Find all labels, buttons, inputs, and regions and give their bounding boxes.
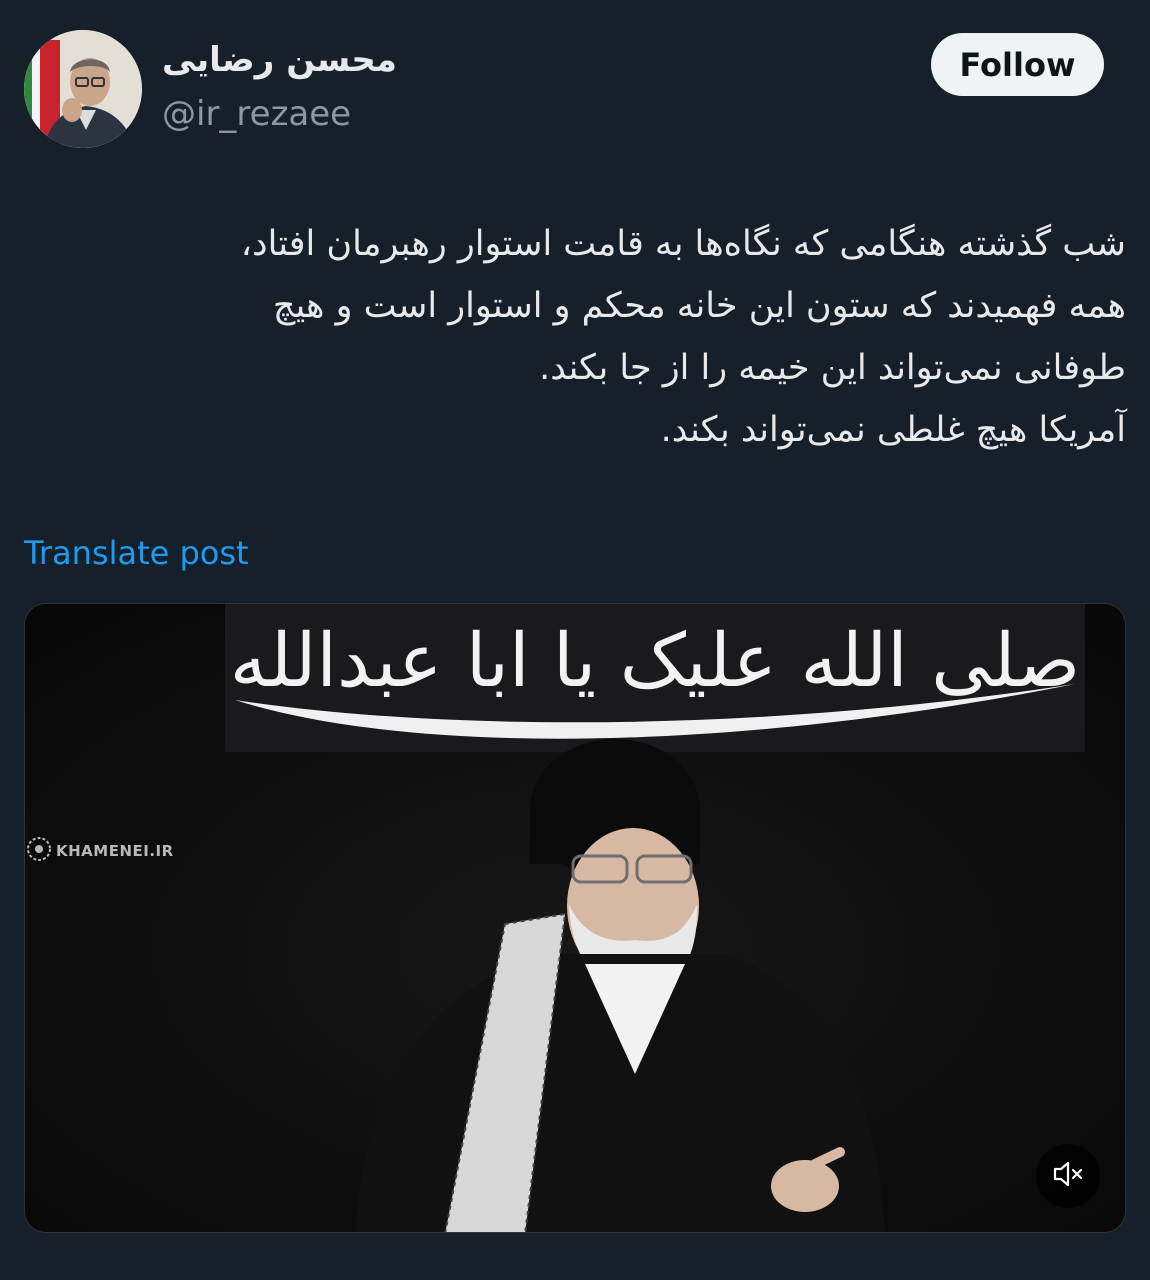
tweet-post: محسن رضایی @ir_rezaee Follow شب گذشته هن… bbox=[0, 0, 1150, 1280]
author-display-name[interactable]: محسن رضایی bbox=[162, 40, 397, 80]
video-player[interactable]: صلی الله علیک یا ابا عبدالله bbox=[24, 603, 1126, 1233]
speaker-muted-icon bbox=[1050, 1156, 1086, 1196]
watermark-logo-icon bbox=[26, 836, 52, 866]
avatar[interactable] bbox=[24, 30, 142, 148]
author-handle[interactable]: @ir_rezaee bbox=[162, 94, 351, 134]
post-text-line: شب گذشته هنگامی که نگاه‌ها به قامت استوا… bbox=[240, 224, 1126, 264]
banner-calligraphy: صلی الله علیک یا ابا عبدالله bbox=[229, 618, 1081, 704]
post-text-line: طوفانی نمی‌تواند این خیمه را از جا بکند. bbox=[539, 348, 1126, 388]
translate-post-link[interactable]: Translate post bbox=[24, 534, 249, 572]
post-text-line: آمریکا هیچ غلطی نمی‌تواند بکند. bbox=[660, 410, 1126, 450]
post-text-line: همه فهمیدند که ستون این خانه محکم و استو… bbox=[272, 286, 1126, 326]
post-text: شب گذشته هنگامی که نگاه‌ها به قامت استوا… bbox=[60, 213, 1126, 461]
mute-button[interactable] bbox=[1036, 1144, 1100, 1208]
video-watermark: KHAMENEI.IR bbox=[26, 836, 174, 866]
profile-photo-icon bbox=[24, 30, 142, 148]
follow-button[interactable]: Follow bbox=[931, 33, 1104, 96]
watermark-text: KHAMENEI.IR bbox=[56, 842, 174, 860]
